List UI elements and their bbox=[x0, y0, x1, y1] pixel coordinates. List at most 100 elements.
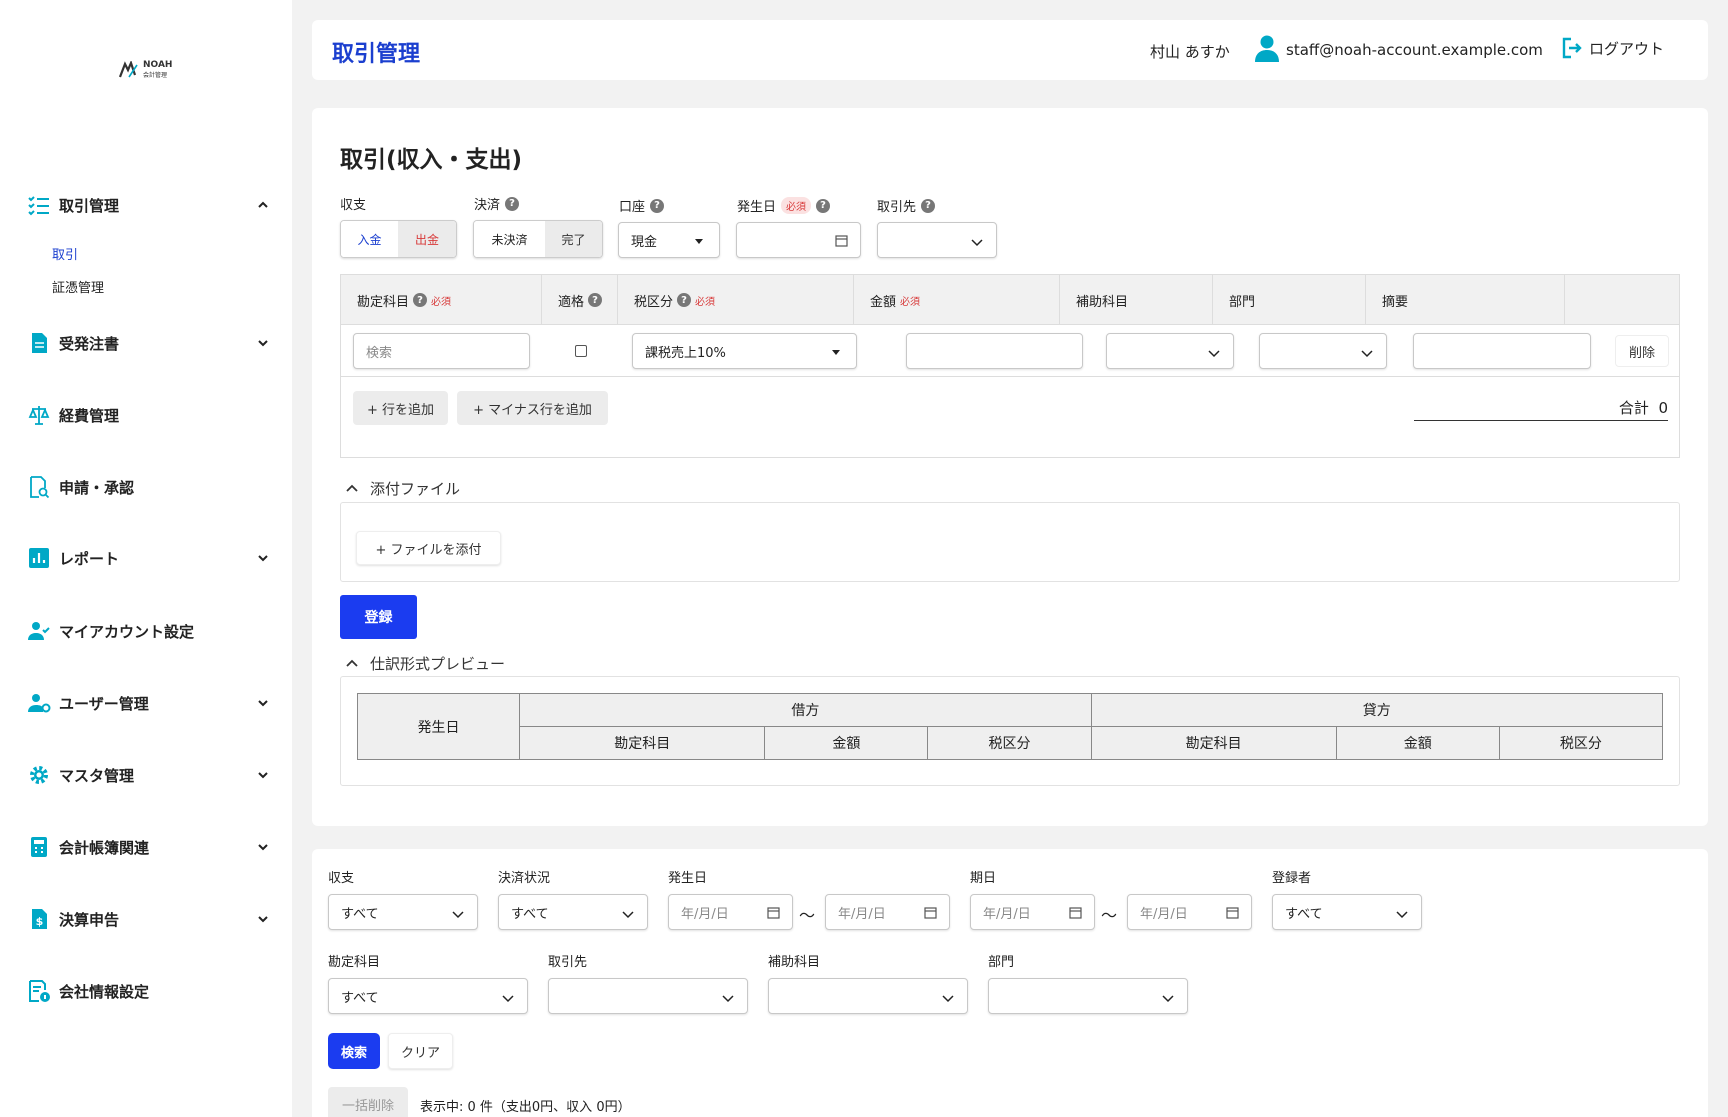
sidebar: NOAH 会計管理 取引管理 取引 証憑管理 受発注書 経費管理 申請・承認 レ… bbox=[0, 0, 292, 1117]
filter-due-to[interactable]: 年/月/日 bbox=[1127, 894, 1252, 930]
filter-registrant-select[interactable]: すべて bbox=[1272, 894, 1422, 930]
sidebar-item-tax-return[interactable]: $ 決算申告 bbox=[27, 904, 270, 934]
sidebar-item-my-account[interactable]: マイアカウント設定 bbox=[27, 616, 270, 646]
koza-value: 現金 bbox=[631, 234, 658, 250]
sidebar-subitem-vouchers[interactable]: 証憑管理 bbox=[52, 277, 104, 296]
required-badge: 必須 bbox=[431, 296, 452, 308]
chevron-down-icon bbox=[258, 844, 268, 851]
label-shushi: 収支 bbox=[340, 198, 367, 213]
sidebar-item-label: 取引管理 bbox=[59, 196, 120, 215]
add-row-button[interactable]: + 行を追加 bbox=[353, 391, 448, 425]
add-minus-row-button[interactable]: + マイナス行を追加 bbox=[457, 391, 608, 425]
user-email: staff@noah-account.example.com bbox=[1286, 41, 1543, 59]
required-badge: 必須 bbox=[900, 296, 921, 308]
sidebar-item-label: 会計帳簿関連 bbox=[59, 838, 150, 857]
date-placeholder: 年/月/日 bbox=[838, 906, 886, 922]
svg-text:$: $ bbox=[36, 915, 44, 928]
attachments-title: 添付ファイル bbox=[370, 480, 461, 498]
filter-label-shushi: 収支 bbox=[328, 871, 355, 886]
chevron-down-icon bbox=[258, 700, 268, 707]
help-icon[interactable]: ? bbox=[588, 293, 603, 307]
search-button[interactable]: 検索 bbox=[328, 1033, 380, 1069]
sidebar-item-reports[interactable]: レポート bbox=[27, 543, 270, 573]
document-search-icon bbox=[27, 475, 51, 499]
sidebar-item-expenses[interactable]: 経費管理 bbox=[27, 400, 270, 430]
filter-account-select[interactable]: すべて bbox=[328, 978, 528, 1014]
filter-sub-account-select[interactable] bbox=[768, 978, 968, 1014]
tax-category-select[interactable]: 課税売上10% bbox=[632, 333, 857, 369]
preview-header-debit: 借方 bbox=[519, 693, 1092, 727]
filter-hasseibi-to[interactable]: 年/月/日 bbox=[825, 894, 950, 930]
amount-input[interactable] bbox=[906, 333, 1083, 369]
filter-label-sub-account: 補助科目 bbox=[768, 955, 821, 970]
help-icon[interactable]: ? bbox=[650, 198, 665, 213]
chevron-down-icon bbox=[258, 340, 268, 347]
sidebar-item-transactions[interactable]: 取引管理 bbox=[27, 190, 270, 220]
sidebar-item-orders[interactable]: 受発注書 bbox=[27, 328, 270, 358]
filter-label-partner: 取引先 bbox=[548, 955, 588, 970]
account-search-input[interactable]: 検索 bbox=[353, 333, 530, 369]
sidebar-item-approval[interactable]: 申請・承認 bbox=[27, 472, 270, 502]
memo-input[interactable] bbox=[1413, 333, 1591, 369]
filter-label-account: 勘定科目 bbox=[328, 955, 381, 970]
filter-shushi-select[interactable]: すべて bbox=[328, 894, 478, 930]
help-icon[interactable]: ? bbox=[921, 198, 936, 213]
filter-department-select[interactable] bbox=[988, 978, 1188, 1014]
department-select[interactable] bbox=[1259, 333, 1387, 369]
logout-button[interactable]: ログアウト bbox=[1559, 36, 1664, 60]
document-icon bbox=[27, 331, 51, 355]
calendar-icon bbox=[835, 235, 848, 247]
filter-partner-select[interactable] bbox=[548, 978, 748, 1014]
caret-down-icon bbox=[695, 239, 703, 244]
preview-toggle[interactable]: 仕訳形式プレビュー bbox=[346, 653, 505, 674]
hasseibi-date-input[interactable] bbox=[736, 222, 861, 258]
torihikisaki-select[interactable] bbox=[877, 222, 997, 258]
submit-button[interactable]: 登録 bbox=[340, 595, 417, 639]
help-icon[interactable]: ? bbox=[413, 293, 428, 307]
sidebar-item-label: 会社情報設定 bbox=[59, 982, 150, 1001]
help-icon[interactable]: ? bbox=[677, 293, 692, 307]
filter-label-hasseibi: 発生日 bbox=[668, 871, 708, 886]
clear-button[interactable]: クリア bbox=[388, 1033, 453, 1069]
kessai-option-unsettled[interactable]: 未決済 bbox=[474, 221, 545, 257]
sidebar-item-ledgers[interactable]: 会計帳簿関連 bbox=[27, 832, 270, 862]
total-label: 合計 bbox=[1618, 399, 1649, 417]
attachments-toggle[interactable]: 添付ファイル bbox=[346, 478, 460, 499]
top-header: 取引管理 村山 あすか staff@noah-account.example.c… bbox=[312, 20, 1708, 80]
qualified-checkbox[interactable] bbox=[575, 345, 587, 357]
help-icon[interactable]: ? bbox=[816, 198, 831, 213]
shushi-option-expense[interactable]: 出金 bbox=[398, 221, 456, 257]
sidebar-item-label: マイアカウント設定 bbox=[59, 622, 195, 641]
kessai-option-settled[interactable]: 完了 bbox=[544, 221, 602, 257]
attach-file-button[interactable]: + ファイルを添付 bbox=[356, 531, 501, 565]
bulk-delete-button[interactable]: 一括削除 bbox=[328, 1087, 408, 1117]
filter-due-from[interactable]: 年/月/日 bbox=[970, 894, 1095, 930]
preview-col-credit-tax: 税区分 bbox=[1498, 726, 1664, 760]
delete-row-button[interactable]: 削除 bbox=[1615, 335, 1669, 367]
filter-hasseibi-from[interactable]: 年/月/日 bbox=[668, 894, 793, 930]
chevron-down-icon bbox=[452, 911, 464, 919]
sub-account-select[interactable] bbox=[1106, 333, 1234, 369]
chevron-down-icon bbox=[722, 995, 734, 1003]
koza-select[interactable]: 現金 bbox=[618, 222, 720, 258]
attachments-panel: + ファイルを添付 bbox=[340, 502, 1680, 582]
filter-value: すべて bbox=[341, 990, 379, 1006]
filter-label-due-date: 期日 bbox=[970, 871, 997, 886]
preview-title: 仕訳形式プレビュー bbox=[370, 655, 506, 673]
sidebar-item-users[interactable]: ユーザー管理 bbox=[27, 688, 270, 718]
total-value: 0 bbox=[1658, 399, 1668, 417]
shushi-option-income[interactable]: 入金 bbox=[341, 221, 399, 257]
sidebar-item-label: 申請・承認 bbox=[59, 478, 135, 497]
total-display: 合計 0 bbox=[1414, 397, 1668, 421]
calendar-icon bbox=[767, 907, 780, 919]
app-logo[interactable]: NOAH 会計管理 bbox=[119, 61, 172, 79]
tax-value: 課税売上10% bbox=[645, 345, 726, 361]
page-title: 取引管理 bbox=[332, 42, 421, 67]
filter-kessai-status-select[interactable]: すべて bbox=[498, 894, 648, 930]
help-icon[interactable]: ? bbox=[505, 196, 520, 211]
col-header-tax: 税区分? 必須 bbox=[618, 275, 854, 325]
sidebar-subitem-transactions[interactable]: 取引 bbox=[52, 244, 78, 263]
sidebar-item-company-info[interactable]: 会社情報設定 bbox=[27, 976, 270, 1006]
chevron-down-icon bbox=[1396, 911, 1408, 919]
sidebar-item-master[interactable]: マスタ管理 bbox=[27, 760, 270, 790]
